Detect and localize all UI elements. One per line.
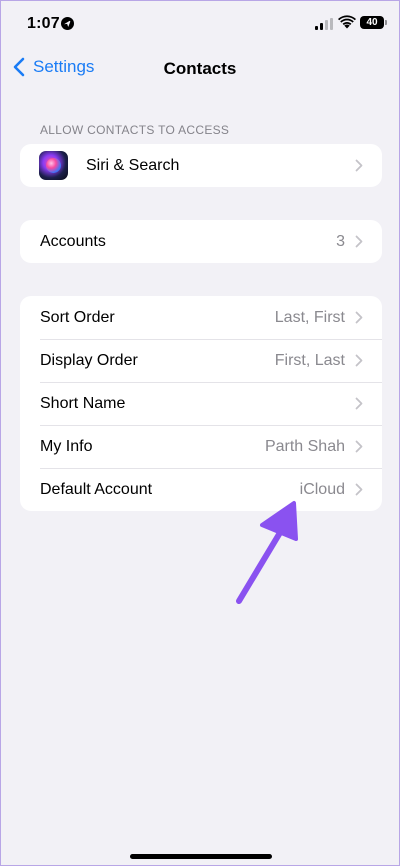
annotation-arrow-icon: [236, 501, 298, 604]
row-label: Short Name: [40, 394, 126, 412]
home-indicator[interactable]: [130, 854, 272, 859]
default-account-row[interactable]: Default Account iCloud: [20, 468, 382, 511]
display-order-row[interactable]: Display Order First, Last: [20, 339, 382, 382]
accounts-row[interactable]: Accounts 3: [20, 220, 382, 263]
accounts-label: Accounts: [40, 232, 106, 250]
siri-search-row[interactable]: Siri & Search: [20, 144, 382, 187]
chevron-right-icon: [355, 235, 363, 248]
siri-group: Siri & Search: [20, 144, 382, 187]
short-name-row[interactable]: Short Name: [20, 382, 382, 425]
battery-icon: 40: [360, 16, 387, 29]
wifi-icon: [338, 15, 356, 29]
chevron-right-icon: [355, 311, 363, 324]
my-info-row[interactable]: My Info Parth Shah: [20, 425, 382, 468]
row-label: Sort Order: [40, 308, 115, 326]
chevron-right-icon: [355, 440, 363, 453]
row-value: Last, First: [274, 308, 345, 326]
row-value: Parth Shah: [264, 437, 345, 455]
chevron-right-icon: [355, 483, 363, 496]
row-label: Display Order: [40, 351, 138, 369]
signal-icon: [315, 18, 333, 30]
siri-search-label: Siri & Search: [86, 156, 180, 174]
chevron-right-icon: [355, 159, 363, 172]
section-header: ALLOW CONTACTS TO ACCESS: [40, 123, 230, 137]
row-value: First, Last: [274, 351, 345, 369]
chevron-right-icon: [355, 354, 363, 367]
contacts-settings-group: Sort Order Last, First Display Order Fir…: [20, 296, 382, 511]
page-title: Contacts: [163, 59, 237, 78]
row-value: iCloud: [299, 480, 345, 498]
chevron-right-icon: [355, 397, 363, 410]
accounts-count: 3: [336, 232, 345, 250]
row-label: My Info: [40, 437, 93, 455]
location-icon: [61, 17, 74, 30]
siri-icon: [39, 151, 68, 180]
status-time: 1:07: [27, 15, 60, 32]
accounts-group: Accounts 3: [20, 220, 382, 263]
status-bar: 1:07 40: [1, 1, 399, 47]
sort-order-row[interactable]: Sort Order Last, First: [20, 296, 382, 339]
navigation-bar: Settings Contacts: [1, 51, 399, 87]
